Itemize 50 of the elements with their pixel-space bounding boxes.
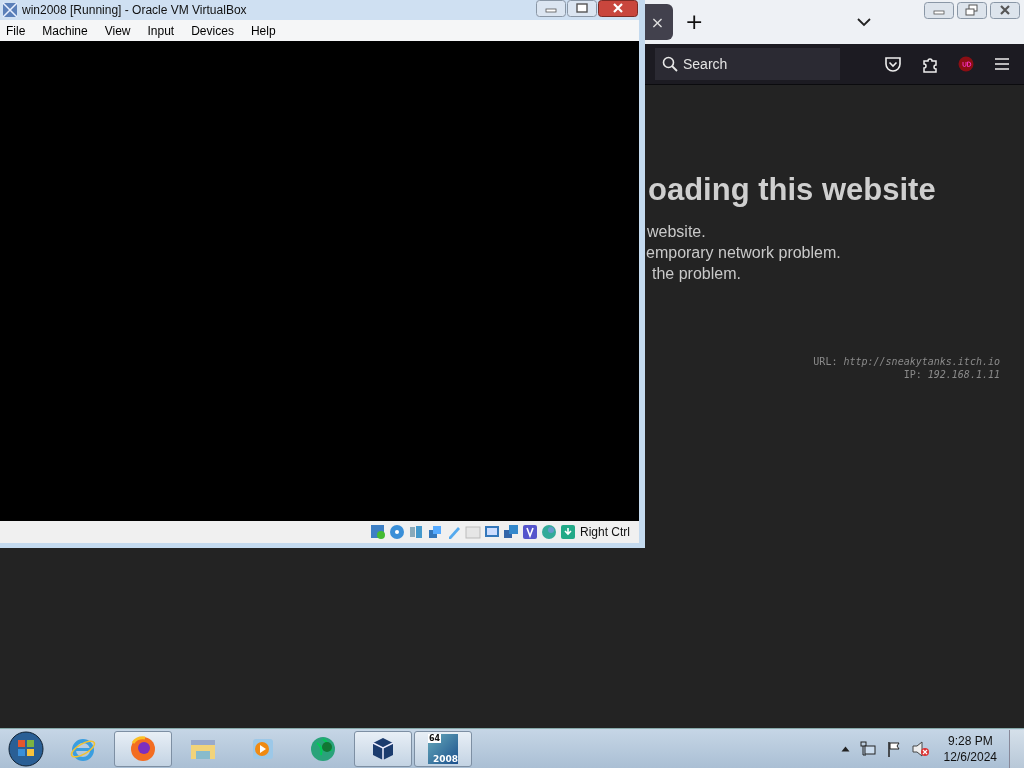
restore-button[interactable] (957, 2, 987, 19)
error-detail: URL: http://sneakytanks.itch.io (813, 355, 1000, 368)
menu-item[interactable]: File (0, 23, 35, 38)
taskbar-button[interactable] (354, 730, 412, 767)
menu-icon[interactable] (994, 57, 1010, 71)
display-icon[interactable] (484, 524, 500, 540)
error-text: the problem. (651, 264, 741, 284)
minimize-button[interactable] (924, 2, 954, 19)
host-key-label: Right Ctrl (580, 525, 630, 539)
version-badge: 64 (428, 733, 442, 743)
clock[interactable]: 9:28 PM 12/6/2024 (939, 732, 1001, 765)
maximize-button[interactable] (567, 0, 597, 17)
virtualbox-window-icon (2, 2, 18, 18)
firefox-icon (129, 734, 157, 763)
optical-disc-icon[interactable] (389, 524, 405, 540)
speaker-muted-icon[interactable] (911, 740, 930, 757)
audio-icon[interactable] (408, 524, 424, 540)
window-title: win2008 [Running] - Oracle VM VirtualBox (22, 3, 247, 17)
error-detail: IP: 192.168.1.11 (903, 368, 1000, 381)
puzzle-icon[interactable] (922, 55, 938, 73)
close-button[interactable] (990, 2, 1020, 19)
flag-icon[interactable] (885, 740, 902, 757)
menu-item[interactable]: Machine (34, 23, 97, 38)
clock-date: 12/6/2024 (943, 748, 997, 765)
clock-time: 9:28 PM (947, 732, 993, 749)
menu-item[interactable]: Devices (183, 23, 243, 38)
menu-item[interactable]: Help (242, 23, 285, 38)
chevron-down-icon[interactable] (857, 17, 872, 27)
close-button[interactable] (598, 0, 638, 17)
search-icon (662, 56, 678, 72)
usb-icon[interactable] (446, 524, 462, 540)
version-label: 2008 (432, 753, 458, 764)
new-tab-button[interactable]: + (685, 11, 704, 33)
menu-item[interactable]: View (96, 23, 140, 38)
start-button[interactable] (8, 730, 44, 767)
minimize-button[interactable] (536, 0, 566, 17)
menu-item[interactable]: Input (139, 23, 184, 38)
error-text: website. (646, 222, 706, 242)
screens-icon[interactable] (503, 524, 519, 540)
taskbar-button[interactable] (114, 730, 172, 767)
arrow-down-icon[interactable] (560, 524, 576, 540)
show-desktop-button[interactable] (1009, 729, 1024, 768)
search-field[interactable]: Search (655, 48, 840, 80)
error-text: emporary network problem. (646, 243, 841, 263)
close-tab-button[interactable]: × (650, 12, 665, 32)
taskbar-button[interactable]: 64 2008 (414, 730, 472, 767)
error-heading: oading this website (647, 172, 937, 208)
show-hidden-icons-button[interactable] (840, 745, 850, 752)
shield-icon[interactable] (958, 56, 974, 72)
pocket-icon[interactable] (884, 56, 902, 72)
